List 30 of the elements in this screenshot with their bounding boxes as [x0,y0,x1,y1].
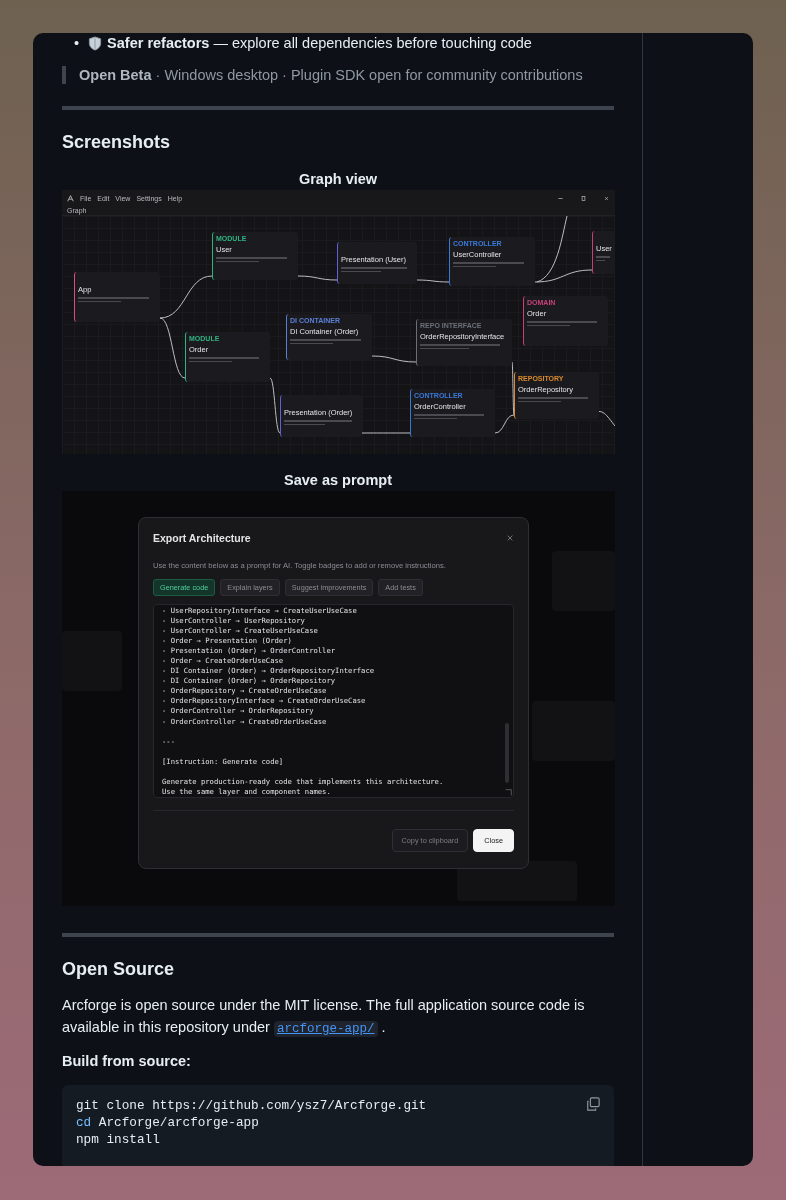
figure-caption: Save as prompt [283,472,393,488]
shield-icon [88,35,103,51]
list-bullet: • [74,34,80,52]
code-line: git clone https://github.com/ysz7/Arcforge.git [76,1097,427,1114]
graph-edge [361,432,411,434]
code-line: cd Arcforge/arcforge-app [76,1114,259,1131]
code-line: npm install [76,1131,160,1148]
copy-icon[interactable] [586,1097,600,1111]
code-link[interactable]: arcforge-app/ [274,1021,378,1037]
graph-edge [297,275,338,281]
minimize-icon[interactable] [557,195,564,202]
paragraph: Arcforge is open source under the MIT license. The full application source code is available in this repository under arcforge-app/ . [62,996,586,1039]
section-heading: Screenshots [62,132,172,153]
feature-text: Safer refactors — explore all dependencies before touching code [107,34,532,52]
graph-edge [371,355,417,363]
resize-grip-icon[interactable] [505,789,512,796]
subheading: Build from source: [62,1053,192,1069]
close-icon[interactable] [603,195,610,202]
close-icon[interactable] [506,534,514,542]
graph-edge [269,377,281,434]
logo-icon [67,195,74,202]
dialog-title: Export Architecture [153,532,251,544]
figure-caption: Graph view [297,171,379,187]
description-lines-drawing [596,256,612,261]
section-heading: Open Source [62,959,176,980]
prompt-text-area[interactable] [153,604,514,798]
maximize-icon[interactable] [580,195,587,202]
scrollbar[interactable] [505,723,509,783]
blockquote-note: Open Beta · Windows desktop · Plugin SDK open for community contributions [62,66,614,84]
graph-edge [416,279,450,283]
